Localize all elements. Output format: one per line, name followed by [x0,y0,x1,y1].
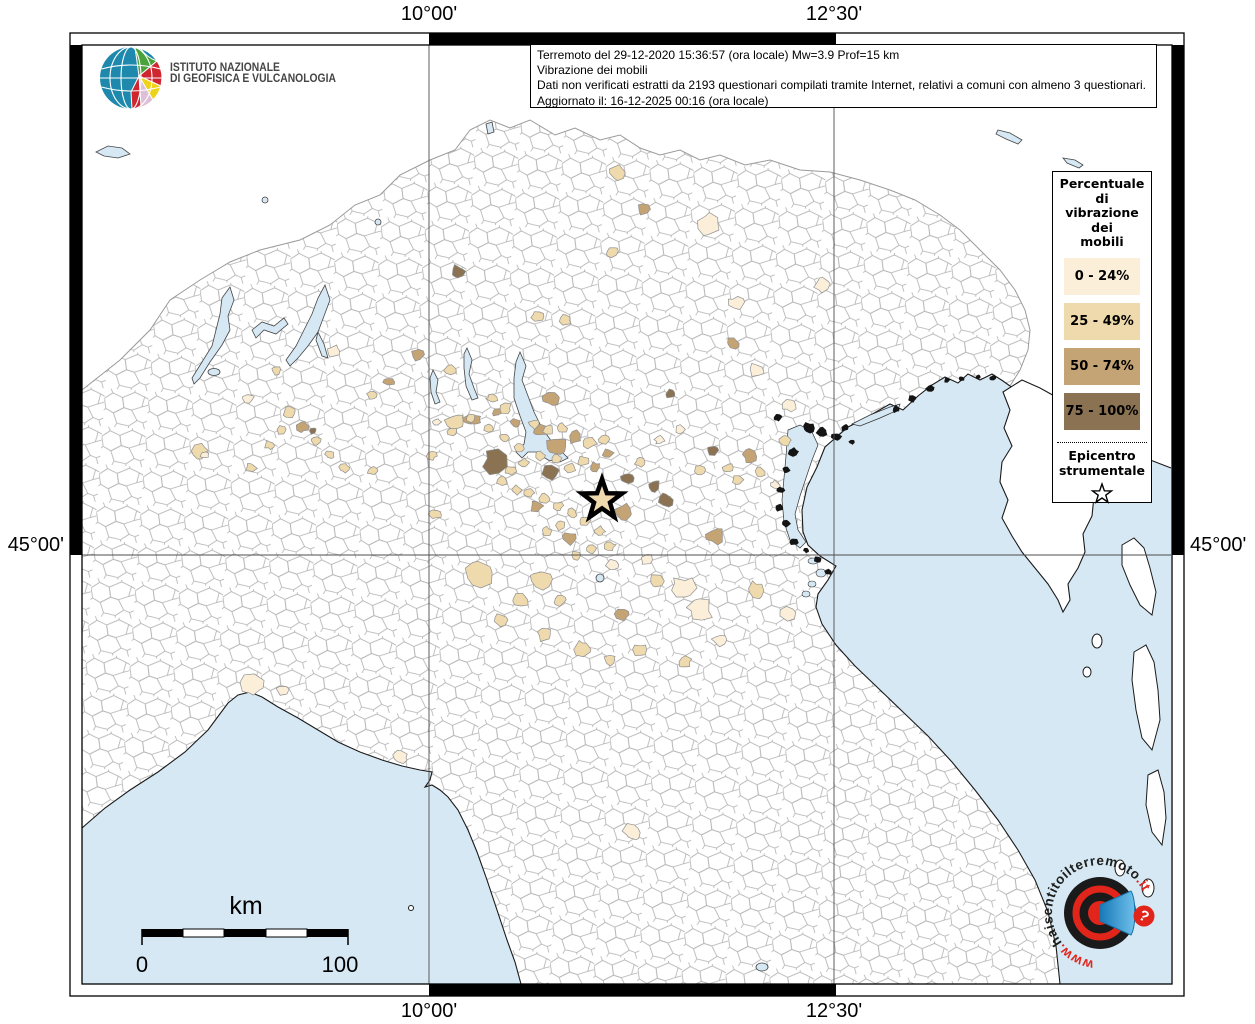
coord-bottom-left: 10°00' [384,1000,474,1023]
legend-epicenter-label: Epicentro strumentale [1053,448,1151,478]
map-screenshot: ? www.haisentitoilterremoto.it km 0 100 [0,0,1255,1024]
info-line-data: Dati non verificati estratti da 2193 que… [537,78,1150,93]
legend-swatch-75-100: 75 - 100% [1064,393,1140,430]
coord-bottom-right: 12°30' [789,1000,879,1023]
scale-start: 0 [136,952,148,977]
scale-unit: km [229,892,262,920]
info-line-event: Terremoto del 29-12-2020 15:36:57 (ora l… [537,48,1150,63]
coord-top-right: 12°30' [789,3,879,26]
map-canvas: ? www.haisentitoilterremoto.it km 0 100 [0,0,1255,1024]
info-line-updated: Aggiornato il: 16-12-2025 00:16 (ora loc… [537,94,1150,108]
coord-left: 45°00' [0,534,64,557]
epicenter-star-icon [1088,480,1116,506]
legend-swatch-50-74: 50 - 74% [1064,348,1140,385]
legend-title: Percentuale di vibrazione dei mobili [1053,177,1151,250]
scale-end: 100 [322,952,359,977]
legend-divider [1057,442,1147,443]
ingv-logo [100,47,162,109]
legend-box: Percentuale di vibrazione dei mobili 0 -… [1052,171,1152,503]
info-line-type: Vibrazione dei mobili [537,63,1150,78]
legend-swatch-0-24: 0 - 24% [1064,258,1140,295]
info-box: Terremoto del 29-12-2020 15:36:57 (ora l… [530,44,1157,108]
ingv-line2: DI GEOFISICA E VULCANOLOGIA [170,73,336,84]
coord-right: 45°00' [1190,534,1254,557]
legend-swatch-25-49: 25 - 49% [1064,303,1140,340]
ingv-wordmark: ISTITUTO NAZIONALE DI GEOFISICA E VULCAN… [170,62,336,84]
coord-top-left: 10°00' [384,3,474,26]
